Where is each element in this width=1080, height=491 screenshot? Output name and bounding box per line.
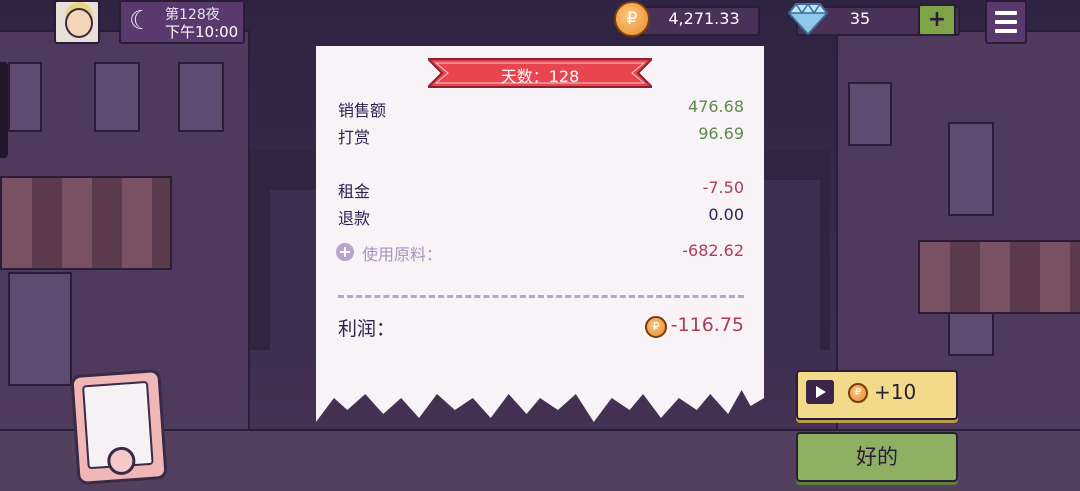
phone-button[interactable] xyxy=(70,368,168,486)
profit-value: -116.75 xyxy=(670,314,744,336)
coin-balance: 4,271.33 xyxy=(668,9,740,28)
day-banner-text: 天数：128 xyxy=(500,67,580,86)
ingredients-value: -682.62 xyxy=(682,241,744,260)
tips-value: 96.69 xyxy=(698,124,744,143)
ad-reward-label: +10 xyxy=(874,380,917,404)
side-drawer-handle[interactable] xyxy=(0,62,8,158)
coin-icon: ₽ xyxy=(614,1,650,37)
gem-balance: 35 xyxy=(849,9,871,28)
left-awning xyxy=(0,176,172,270)
tips-label: 打赏 xyxy=(338,128,371,147)
ad-coin-icon: ₽ xyxy=(848,383,868,403)
profit-coin-icon: ₽ xyxy=(645,316,667,338)
sales-value: 476.68 xyxy=(688,97,744,116)
night-time-panel: ☾ 第128夜 下午10:00 xyxy=(119,0,245,44)
rent-value: -7.50 xyxy=(702,178,744,197)
ingredients-label[interactable]: 使用原料： xyxy=(362,241,442,265)
video-play-icon xyxy=(806,380,834,404)
moon-icon: ☾ xyxy=(129,6,153,36)
hamburger-icon xyxy=(995,11,1017,15)
menu-button[interactable] xyxy=(985,0,1027,44)
rent-label: 租金 xyxy=(338,182,371,201)
sales-label: 销售额 xyxy=(338,101,387,120)
profit-label: 利润： xyxy=(338,318,396,340)
refund-label: 退款 xyxy=(338,209,371,228)
ok-button[interactable]: 好的 xyxy=(796,432,958,482)
diamond-icon xyxy=(788,2,828,36)
buy-gems-button[interactable]: + xyxy=(918,4,956,36)
player-avatar[interactable] xyxy=(54,0,100,44)
receipt-divider xyxy=(338,295,744,298)
avatar-face-icon xyxy=(65,8,93,38)
right-awning xyxy=(918,240,1080,314)
clock-time: 下午10:00 xyxy=(165,23,239,41)
expand-ingredients-icon[interactable]: + xyxy=(336,243,354,261)
refund-value: 0.00 xyxy=(708,205,744,224)
